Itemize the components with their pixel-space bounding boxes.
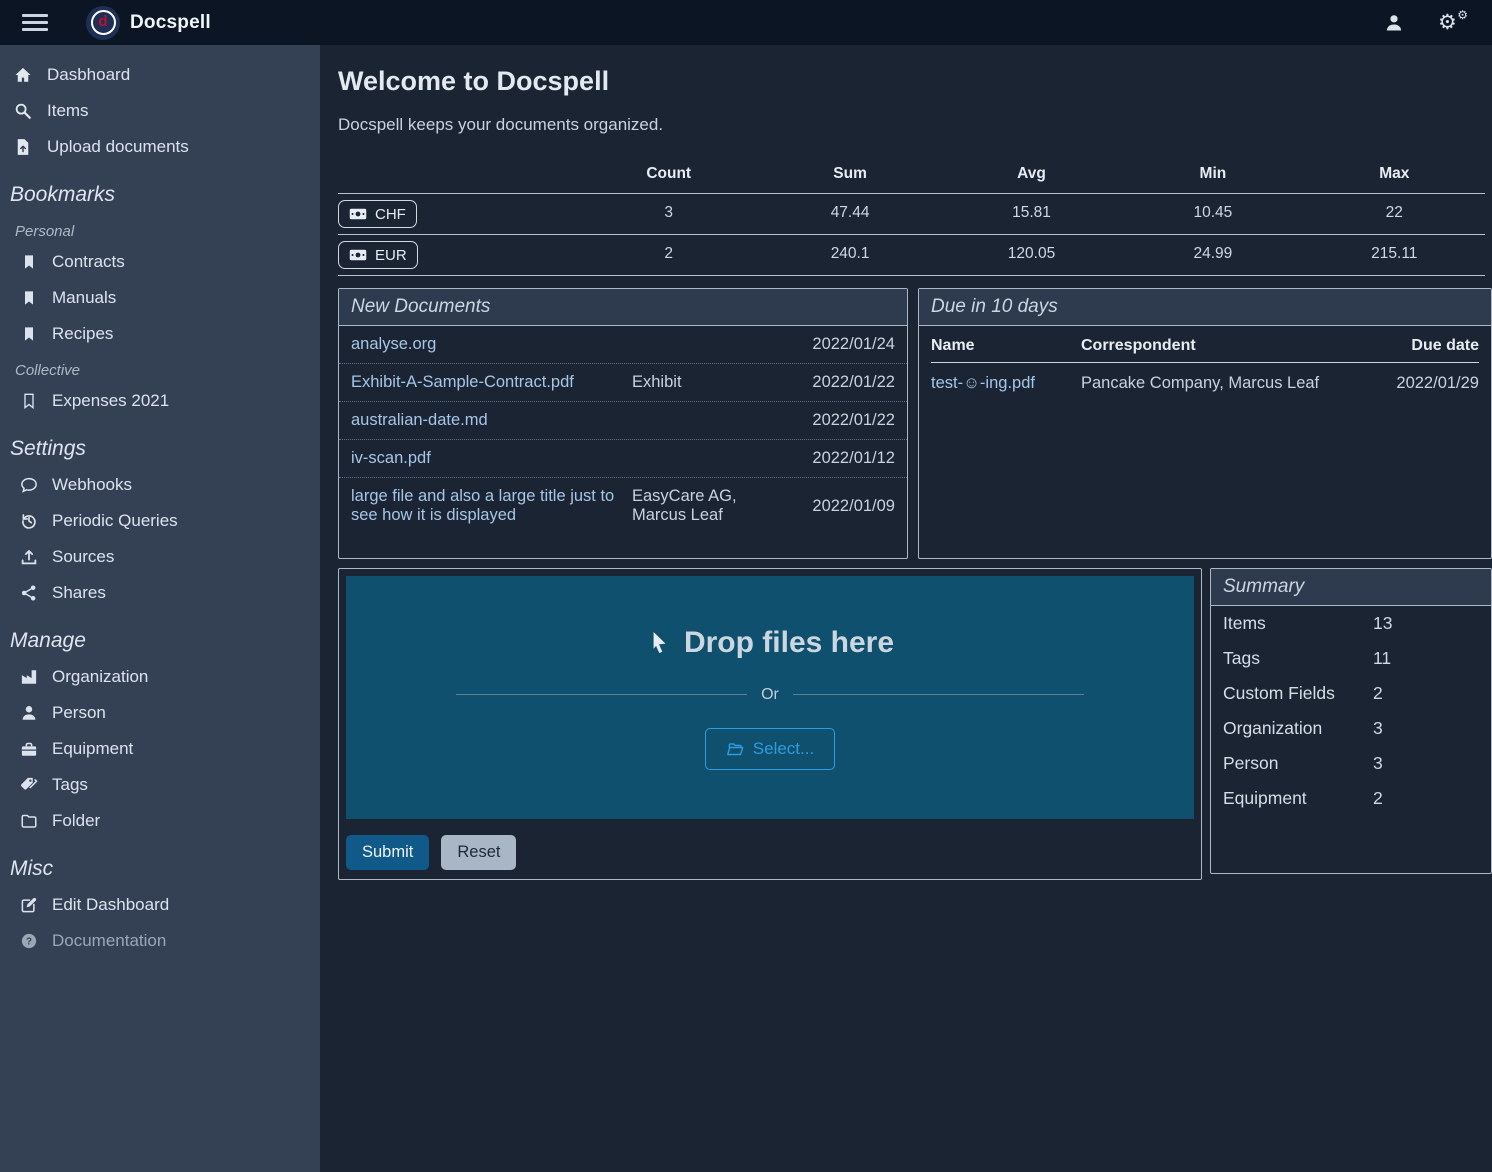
user-account-icon[interactable] (1384, 13, 1404, 33)
sidebar-item-equipment[interactable]: Equipment (0, 731, 320, 767)
stats-col-sum: Sum (759, 159, 940, 193)
currency-badge-chf: CHF (338, 200, 417, 228)
bookmark-item-expenses-2021[interactable]: Expenses 2021 (0, 383, 320, 419)
list-item: analyse.org 2022/01/24 (339, 326, 907, 363)
page-subtitle: Docspell keeps your documents organized. (338, 115, 1492, 135)
bookmark-item-contracts[interactable]: Contracts (0, 244, 320, 280)
sidebar-item-periodic-queries[interactable]: Periodic Queries (0, 503, 320, 539)
menu-icon[interactable] (22, 14, 48, 31)
file-upload-icon (14, 138, 32, 156)
new-documents-title: New Documents (339, 289, 907, 326)
table-row: CHF (338, 193, 578, 234)
sidebar-item-person[interactable]: Person (0, 695, 320, 731)
search-icon (14, 102, 32, 120)
sidebar: Dasbhoard Items Upload documents Bookmar… (0, 45, 320, 1172)
table-row: test-☺-ing.pdf Pancake Company, Marcus L… (931, 363, 1479, 404)
list-item: australian-date.md 2022/01/22 (339, 401, 907, 439)
summary-row-person: Person 3 (1211, 746, 1491, 781)
summary-row-custom-fields: Custom Fields 2 (1211, 676, 1491, 711)
document-link[interactable]: analyse.org (351, 335, 624, 354)
summary-panel: Summary Items 13 Tags 11 Custom Fields 2… (1210, 568, 1492, 874)
due-panel-title: Due in 10 days (919, 289, 1491, 326)
sidebar-item-dashboard[interactable]: Dasbhoard (0, 57, 320, 93)
select-files-button[interactable]: Select... (705, 728, 835, 770)
docspell-logo[interactable]: d Docspell (86, 6, 211, 40)
share-icon (20, 584, 38, 602)
sidebar-item-edit-dashboard[interactable]: Edit Dashboard (0, 887, 320, 923)
list-item: iv-scan.pdf 2022/01/12 (339, 439, 907, 477)
submit-button[interactable]: Submit (346, 835, 429, 870)
sidebar-item-shares[interactable]: Shares (0, 575, 320, 611)
bookmark-outline-icon (21, 393, 37, 409)
bookmarks-section-title: Bookmarks (0, 165, 320, 213)
sidebar-item-items[interactable]: Items (0, 93, 320, 129)
edit-icon (20, 896, 38, 914)
comment-icon (20, 476, 38, 494)
sidebar-item-tags[interactable]: Tags (0, 767, 320, 803)
bookmark-icon (21, 254, 37, 270)
bookmark-item-manuals[interactable]: Manuals (0, 280, 320, 316)
stats-col-avg: Avg (941, 159, 1122, 193)
bookmarks-group-personal: Personal (0, 213, 320, 244)
list-item: large file and also a large title just t… (339, 477, 907, 534)
sidebar-item-upload-documents[interactable]: Upload documents (0, 129, 320, 165)
industry-icon (20, 668, 38, 686)
money-bill-icon (349, 205, 367, 223)
main-content: Welcome to Docspell Docspell keeps your … (320, 45, 1492, 1172)
summary-row-equipment: Equipment 2 (1211, 781, 1491, 816)
currency-badge-eur: EUR (338, 241, 418, 269)
folder-open-icon (726, 740, 744, 758)
bookmark-icon (21, 326, 37, 342)
toolbox-icon (20, 740, 38, 758)
summary-title: Summary (1211, 569, 1491, 606)
document-link[interactable]: Exhibit-A-Sample-Contract.pdf (351, 373, 624, 392)
history-icon (20, 512, 38, 530)
sidebar-item-webhooks[interactable]: Webhooks (0, 467, 320, 503)
home-icon (14, 66, 32, 84)
bookmark-icon (21, 290, 37, 306)
list-item: Exhibit-A-Sample-Contract.pdf Exhibit 20… (339, 363, 907, 401)
folder-icon (20, 812, 38, 830)
bookmarks-group-collective: Collective (0, 352, 320, 383)
top-bar: d Docspell ⚙⚙ (0, 0, 1492, 45)
sidebar-item-organization[interactable]: Organization (0, 659, 320, 695)
money-bill-icon (349, 246, 367, 264)
new-documents-panel: New Documents analyse.org 2022/01/24 Exh… (338, 288, 908, 559)
logo-mark-icon: d (86, 6, 120, 40)
bookmark-item-recipes[interactable]: Recipes (0, 316, 320, 352)
upload-icon (20, 548, 38, 566)
upload-panel: Drop files here Or Select... Submit Rese… (338, 568, 1202, 880)
or-divider: Or (456, 686, 1084, 704)
settings-gears-icon[interactable]: ⚙⚙ (1438, 12, 1468, 33)
document-link[interactable]: test-☺-ing.pdf (931, 374, 1081, 393)
settings-section-title: Settings (0, 419, 320, 467)
document-link[interactable]: iv-scan.pdf (351, 449, 624, 468)
tags-icon (20, 776, 38, 794)
file-dropzone[interactable]: Drop files here Or Select... (346, 576, 1194, 819)
sidebar-item-documentation[interactable]: Documentation (0, 923, 320, 959)
sidebar-item-sources[interactable]: Sources (0, 539, 320, 575)
stats-col-count: Count (578, 159, 759, 193)
page-title: Welcome to Docspell (338, 66, 1492, 97)
drop-files-label: Drop files here (646, 626, 894, 660)
due-table-header: Name Correspondent Due date (931, 330, 1479, 363)
document-link[interactable]: large file and also a large title just t… (351, 487, 624, 525)
summary-row-organization: Organization 3 (1211, 711, 1491, 746)
app-title: Docspell (130, 12, 211, 34)
document-link[interactable]: australian-date.md (351, 411, 624, 430)
due-panel: Due in 10 days Name Correspondent Due da… (918, 288, 1492, 559)
sidebar-item-folder[interactable]: Folder (0, 803, 320, 839)
person-icon (20, 704, 38, 722)
currency-stats-table: Count Sum Avg Min Max CHF 3 47.44 15.81 … (338, 159, 1485, 276)
question-circle-icon (20, 932, 38, 950)
stats-col-max: Max (1304, 159, 1485, 193)
summary-row-items: Items 13 (1211, 606, 1491, 641)
manage-section-title: Manage (0, 611, 320, 659)
table-row: EUR (338, 234, 578, 275)
mouse-pointer-icon (646, 630, 672, 656)
reset-button[interactable]: Reset (441, 835, 516, 870)
stats-col-min: Min (1122, 159, 1303, 193)
summary-row-tags: Tags 11 (1211, 641, 1491, 676)
misc-section-title: Misc (0, 839, 320, 887)
